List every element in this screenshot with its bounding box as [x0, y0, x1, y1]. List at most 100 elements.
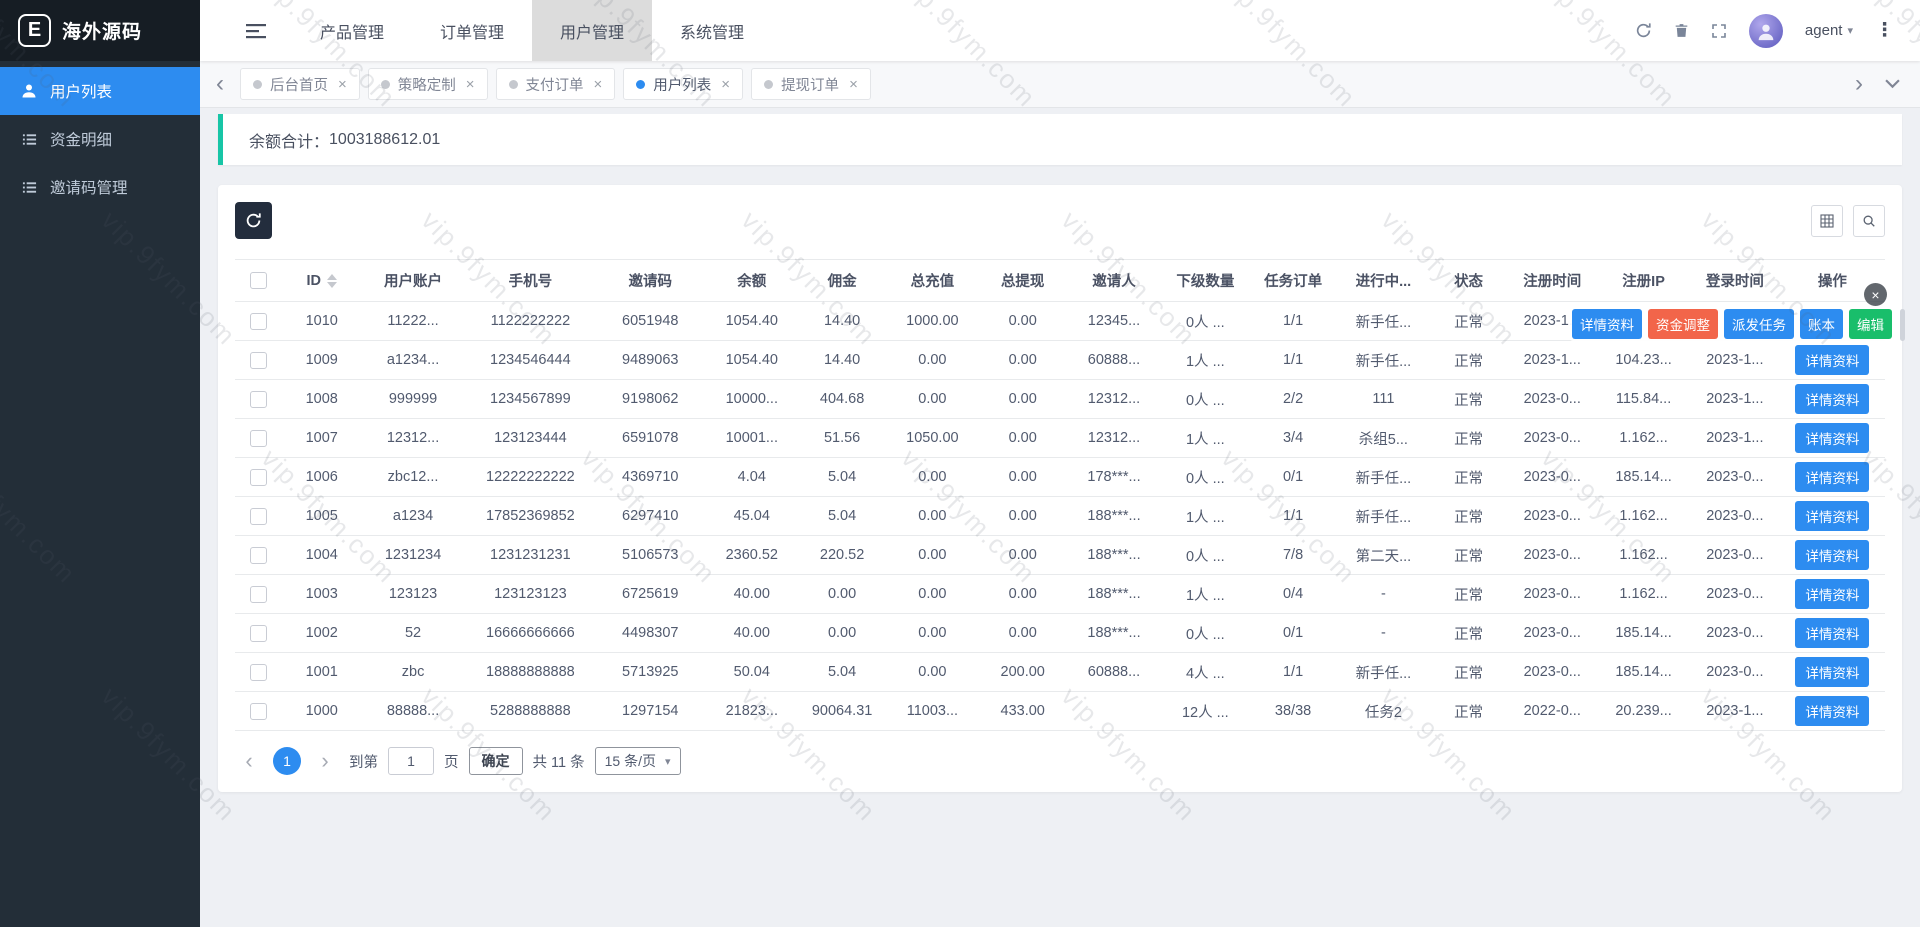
goto-confirm-button[interactable]: 确定: [469, 747, 523, 775]
detail-button[interactable]: 详情资料: [1795, 579, 1869, 609]
row-checkbox[interactable]: [250, 508, 267, 525]
row-checkbox[interactable]: [250, 703, 267, 720]
tabs-scroll-right-icon[interactable]: ›: [1847, 72, 1871, 96]
table-cell-total-withdraw: 0.00: [979, 458, 1067, 497]
user-menu[interactable]: agent ▾: [1805, 22, 1853, 39]
page-number-button[interactable]: 1: [273, 747, 301, 775]
table-cell-id: 1005: [283, 497, 361, 536]
row-action-adjust-funds[interactable]: 资金调整: [1648, 309, 1718, 339]
detail-button[interactable]: 详情资料: [1795, 540, 1869, 570]
detail-button[interactable]: 详情资料: [1795, 384, 1869, 414]
scrollbar-thumb[interactable]: [1900, 309, 1905, 341]
column-settings-icon[interactable]: [1811, 205, 1843, 237]
tab-close-icon[interactable]: ×: [849, 76, 858, 93]
chevron-down-icon: ▾: [665, 755, 671, 768]
row-checkbox[interactable]: [250, 586, 267, 603]
row-checkbox[interactable]: [250, 547, 267, 564]
row-checkbox[interactable]: [250, 469, 267, 486]
table-cell-select: [235, 653, 283, 692]
table-cell-in-progress: -: [1337, 614, 1430, 653]
column-header-label: 状态: [1454, 274, 1483, 290]
column-header-in-progress: 进行中...: [1337, 260, 1430, 302]
user-avatar[interactable]: [1749, 14, 1783, 48]
tab-close-icon[interactable]: ×: [466, 76, 475, 93]
fullscreen-icon[interactable]: [1711, 23, 1727, 39]
nav-item-system-manage[interactable]: 系统管理: [652, 0, 772, 61]
table-cell-invite-code: 9489063: [595, 341, 705, 380]
table-cell-actions: 详情资料: [1780, 536, 1885, 575]
admin-app: E 海外源码 用户列表资金明细邀请码管理 产品管理订单管理用户管理系统管理: [0, 0, 1920, 927]
column-header-total-withdraw: 总提现: [979, 260, 1067, 302]
nav-item-user-manage[interactable]: 用户管理: [532, 0, 652, 61]
tabs-scroll-left-icon[interactable]: ‹: [208, 72, 232, 96]
row-action-detail[interactable]: 详情资料: [1572, 309, 1642, 339]
detail-button[interactable]: 详情资料: [1795, 462, 1869, 492]
table-cell-subordinates: 4人 ...: [1161, 653, 1249, 692]
detail-button[interactable]: 详情资料: [1795, 657, 1869, 687]
table-row: 100088888...5288888888129715421823...900…: [235, 692, 1885, 731]
tab-strategy[interactable]: 策略定制×: [368, 68, 488, 100]
more-options-icon[interactable]: ⋮: [1875, 19, 1894, 42]
next-page-button[interactable]: ›: [311, 747, 339, 775]
detail-button[interactable]: 详情资料: [1795, 501, 1869, 531]
goto-page-input[interactable]: [388, 747, 434, 775]
table-cell-balance: 10000...: [705, 380, 798, 419]
trash-icon[interactable]: [1674, 23, 1689, 38]
tabs-menu-icon[interactable]: [1879, 79, 1906, 89]
detail-button[interactable]: 详情资料: [1795, 618, 1869, 648]
table-cell-total-withdraw: 0.00: [979, 419, 1067, 458]
detail-button[interactable]: 详情资料: [1795, 423, 1869, 453]
pagination: ‹ 1 › 到第 页 确定 共 11 条 15 条/页 ▾: [235, 747, 1885, 775]
refresh-icon[interactable]: [1635, 22, 1652, 39]
detail-button[interactable]: 详情资料: [1795, 696, 1869, 726]
tab-home[interactable]: 后台首页×: [240, 68, 360, 100]
tab-close-icon[interactable]: ×: [594, 76, 603, 93]
goto-page-label: 到第: [349, 751, 378, 772]
select-all-checkbox[interactable]: [250, 272, 267, 289]
row-checkbox[interactable]: [250, 391, 267, 408]
table-cell-commission: 14.40: [798, 302, 886, 341]
sidebar-item-user-list[interactable]: 用户列表: [0, 67, 200, 115]
row-action-ledger[interactable]: 账本: [1800, 309, 1843, 339]
table-refresh-button[interactable]: [235, 202, 272, 239]
table-cell-invite-code: 5713925: [595, 653, 705, 692]
tab-close-icon[interactable]: ×: [721, 76, 730, 93]
table-cell-commission: 5.04: [798, 458, 886, 497]
row-checkbox[interactable]: [250, 352, 267, 369]
row-checkbox[interactable]: [250, 313, 267, 330]
table-cell-invite-code: 4369710: [595, 458, 705, 497]
table-cell-in-progress: -: [1337, 575, 1430, 614]
row-action-edit[interactable]: 编辑: [1849, 309, 1892, 339]
table-cell-subordinates: 1人 ...: [1161, 497, 1249, 536]
prev-page-button[interactable]: ‹: [235, 747, 263, 775]
sort-icon[interactable]: [327, 274, 337, 288]
tab-close-icon[interactable]: ×: [338, 76, 347, 93]
row-checkbox[interactable]: [250, 625, 267, 642]
popup-close-icon[interactable]: ×: [1864, 283, 1887, 306]
table-cell-status: 正常: [1430, 536, 1508, 575]
tab-user-list[interactable]: 用户列表×: [623, 68, 743, 100]
nav-item-order-manage[interactable]: 订单管理: [412, 0, 532, 61]
table-toolbar: [235, 202, 1885, 239]
row-action-dispatch-task[interactable]: 派发任务: [1724, 309, 1794, 339]
row-checkbox[interactable]: [250, 664, 267, 681]
search-icon[interactable]: [1853, 205, 1885, 237]
table-cell-phone: 5288888888: [466, 692, 596, 731]
table-cell-inviter: 188***...: [1067, 497, 1162, 536]
table-cell-select: [235, 419, 283, 458]
tab-withdraw-orders[interactable]: 提现订单×: [751, 68, 871, 100]
page-size-select[interactable]: 15 条/页 ▾: [595, 747, 681, 775]
table-cell-phone: 1234567899: [466, 380, 596, 419]
sidebar-item-funds-detail[interactable]: 资金明细: [0, 115, 200, 163]
table-cell-account: 52: [361, 614, 466, 653]
sidebar-item-invite-code-manage[interactable]: 邀请码管理: [0, 163, 200, 211]
menu-toggle-icon[interactable]: [246, 23, 266, 39]
nav-item-product-manage[interactable]: 产品管理: [292, 0, 412, 61]
table-cell-balance: 2360.52: [705, 536, 798, 575]
table-cell-in-progress: 新手任...: [1337, 458, 1430, 497]
row-checkbox[interactable]: [250, 430, 267, 447]
tab-payment-orders[interactable]: 支付订单×: [496, 68, 616, 100]
table-cell-commission: 90064.31: [798, 692, 886, 731]
detail-button[interactable]: 详情资料: [1795, 345, 1869, 375]
table-cell-invite-code: 1297154: [595, 692, 705, 731]
